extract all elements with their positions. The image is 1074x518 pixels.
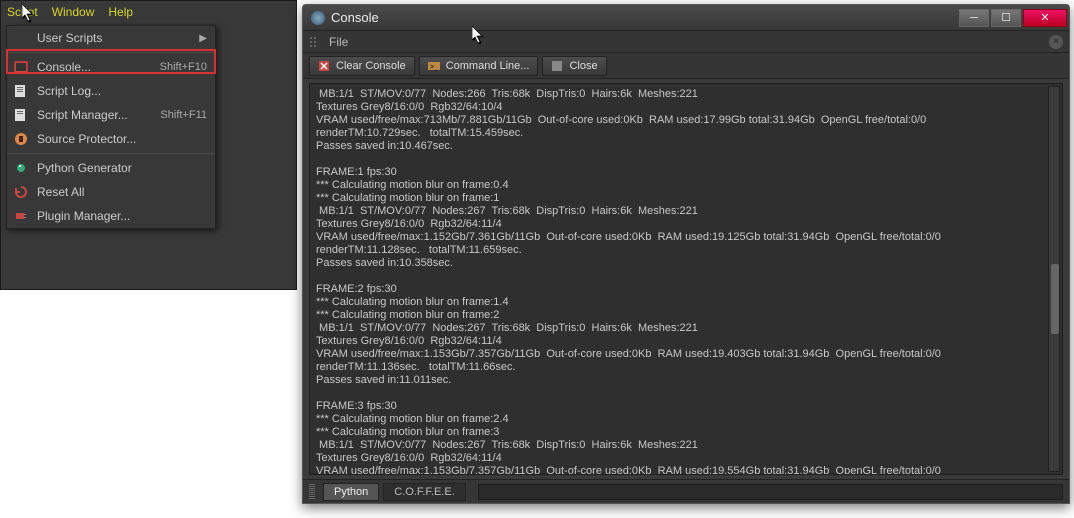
app-icon xyxy=(311,11,325,25)
menu-label: Script Log... xyxy=(37,84,207,98)
python-icon xyxy=(13,160,29,176)
bottom-bar: Python C.O.F.F.E.E. xyxy=(303,479,1069,503)
command-input[interactable] xyxy=(478,484,1063,500)
console-window: Console ─ ☐ ✕ File × Clear Console >_ Co… xyxy=(302,4,1070,504)
menu-label: Python Generator xyxy=(37,161,207,175)
log-icon xyxy=(13,83,29,99)
blank-icon xyxy=(13,30,29,46)
menu-help[interactable]: Help xyxy=(108,5,133,19)
script-dropdown: User Scripts ▶ Console... Shift+F10 Scri… xyxy=(6,25,216,229)
button-label: Close xyxy=(569,60,597,72)
close-icon xyxy=(551,60,563,72)
menubar: Script Window Help xyxy=(1,1,296,23)
console-output[interactable]: MB:1/1 ST/MOV:0/77 Nodes:266 Tris:68k Di… xyxy=(309,83,1063,475)
menu-label: Plugin Manager... xyxy=(37,209,207,223)
minimize-button[interactable]: ─ xyxy=(959,9,989,27)
submenu-arrow-icon: ▶ xyxy=(199,33,207,44)
window-title: Console xyxy=(331,10,957,25)
button-label: Command Line... xyxy=(446,60,530,72)
command-line-button[interactable]: >_ Command Line... xyxy=(419,56,539,76)
svg-text:>_: >_ xyxy=(430,64,438,71)
menu-shortcut: Shift+F11 xyxy=(160,109,207,121)
menu-label: Reset All xyxy=(37,185,207,199)
separator xyxy=(7,52,215,53)
close-console-button[interactable]: Close xyxy=(542,56,606,76)
tab-python[interactable]: Python xyxy=(323,483,379,501)
manager-icon xyxy=(13,107,29,123)
titlebar[interactable]: Console ─ ☐ ✕ xyxy=(303,5,1069,31)
menu-script-manager[interactable]: Script Manager... Shift+F11 xyxy=(7,103,215,127)
maximize-button[interactable]: ☐ xyxy=(991,9,1021,27)
menu-label: Console... xyxy=(37,60,160,74)
plugin-icon xyxy=(13,208,29,224)
cursor-icon xyxy=(22,4,36,24)
menu-window[interactable]: Window xyxy=(52,5,95,19)
menu-source-protector[interactable]: Source Protector... xyxy=(7,127,215,151)
menu-user-scripts[interactable]: User Scripts ▶ xyxy=(7,26,215,50)
tab-coffee[interactable]: C.O.F.F.E.E. xyxy=(383,483,466,501)
close-button[interactable]: ✕ xyxy=(1023,9,1067,27)
grip-icon xyxy=(309,484,315,500)
script-menu-panel: Script Window Help User Scripts ▶ Consol… xyxy=(0,0,297,290)
clear-console-button[interactable]: Clear Console xyxy=(309,56,415,76)
menu-console[interactable]: Console... Shift+F10 xyxy=(7,55,215,79)
menu-label: Script Manager... xyxy=(37,108,160,122)
menu-shortcut: Shift+F10 xyxy=(160,61,207,73)
menu-label: User Scripts xyxy=(37,31,199,45)
menu-script-log[interactable]: Script Log... xyxy=(7,79,215,103)
menu-python-generator[interactable]: Python Generator xyxy=(7,156,215,180)
scrollbar-thumb[interactable] xyxy=(1051,264,1059,334)
menu-label: Source Protector... xyxy=(37,132,207,146)
cursor-icon xyxy=(472,26,486,46)
protector-icon xyxy=(13,131,29,147)
separator xyxy=(7,153,215,154)
menu-plugin-manager[interactable]: Plugin Manager... xyxy=(7,204,215,228)
file-toolbar: File × xyxy=(303,31,1069,53)
console-icon xyxy=(13,59,29,75)
clear-icon xyxy=(318,60,330,72)
button-row: Clear Console >_ Command Line... Close xyxy=(303,53,1069,79)
menu-reset-all[interactable]: Reset All xyxy=(7,180,215,204)
file-menu[interactable]: File xyxy=(329,35,348,49)
grip-icon xyxy=(309,35,323,49)
panel-close-icon[interactable]: × xyxy=(1049,35,1063,49)
reset-icon xyxy=(13,184,29,200)
cmd-icon: >_ xyxy=(428,60,440,72)
button-label: Clear Console xyxy=(336,60,406,72)
